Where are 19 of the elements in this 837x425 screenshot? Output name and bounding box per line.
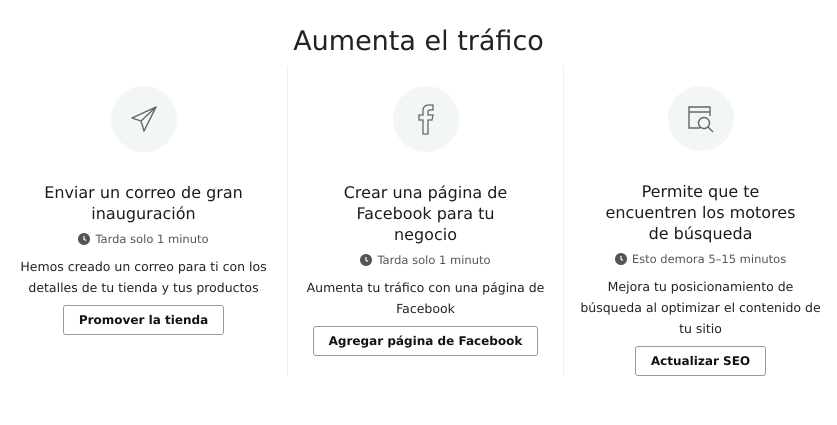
card-title: Permite que te encuentren los motores de búsqueda [604, 181, 796, 244]
page-heading: Aumenta el tráfico [293, 25, 544, 59]
facebook-icon [416, 103, 434, 135]
card-description: Aumenta tu tráfico con una página de Facebook [306, 279, 546, 318]
card-description: Mejora tu posicionamiento de búsqueda al optimizar el contenido de tu sitio [579, 278, 822, 338]
card-title: Enviar un correo de gran inauguración [43, 182, 244, 224]
time-estimate: Tarda solo 1 minuto [377, 252, 491, 269]
clock-icon [78, 233, 90, 245]
action-button[interactable]: Actualizar SEO [634, 346, 766, 376]
paper-plane-icon [130, 105, 158, 133]
card-title: Crear una página de Facebook para tu negocio [342, 182, 508, 245]
time-estimate: Esto demora 5–15 minutos [632, 251, 786, 268]
action-button[interactable]: Agregar página de Facebook [312, 326, 538, 356]
card-description: Hemos creado un correo para ti con los detalles de tu tienda y tus productos [19, 258, 268, 297]
action-button[interactable]: Promover la tienda [62, 305, 224, 335]
time-estimate: Tarda solo 1 minuto [95, 231, 209, 248]
clock-icon [614, 253, 627, 266]
browser-search-icon [686, 104, 716, 134]
clock-icon [360, 254, 372, 266]
